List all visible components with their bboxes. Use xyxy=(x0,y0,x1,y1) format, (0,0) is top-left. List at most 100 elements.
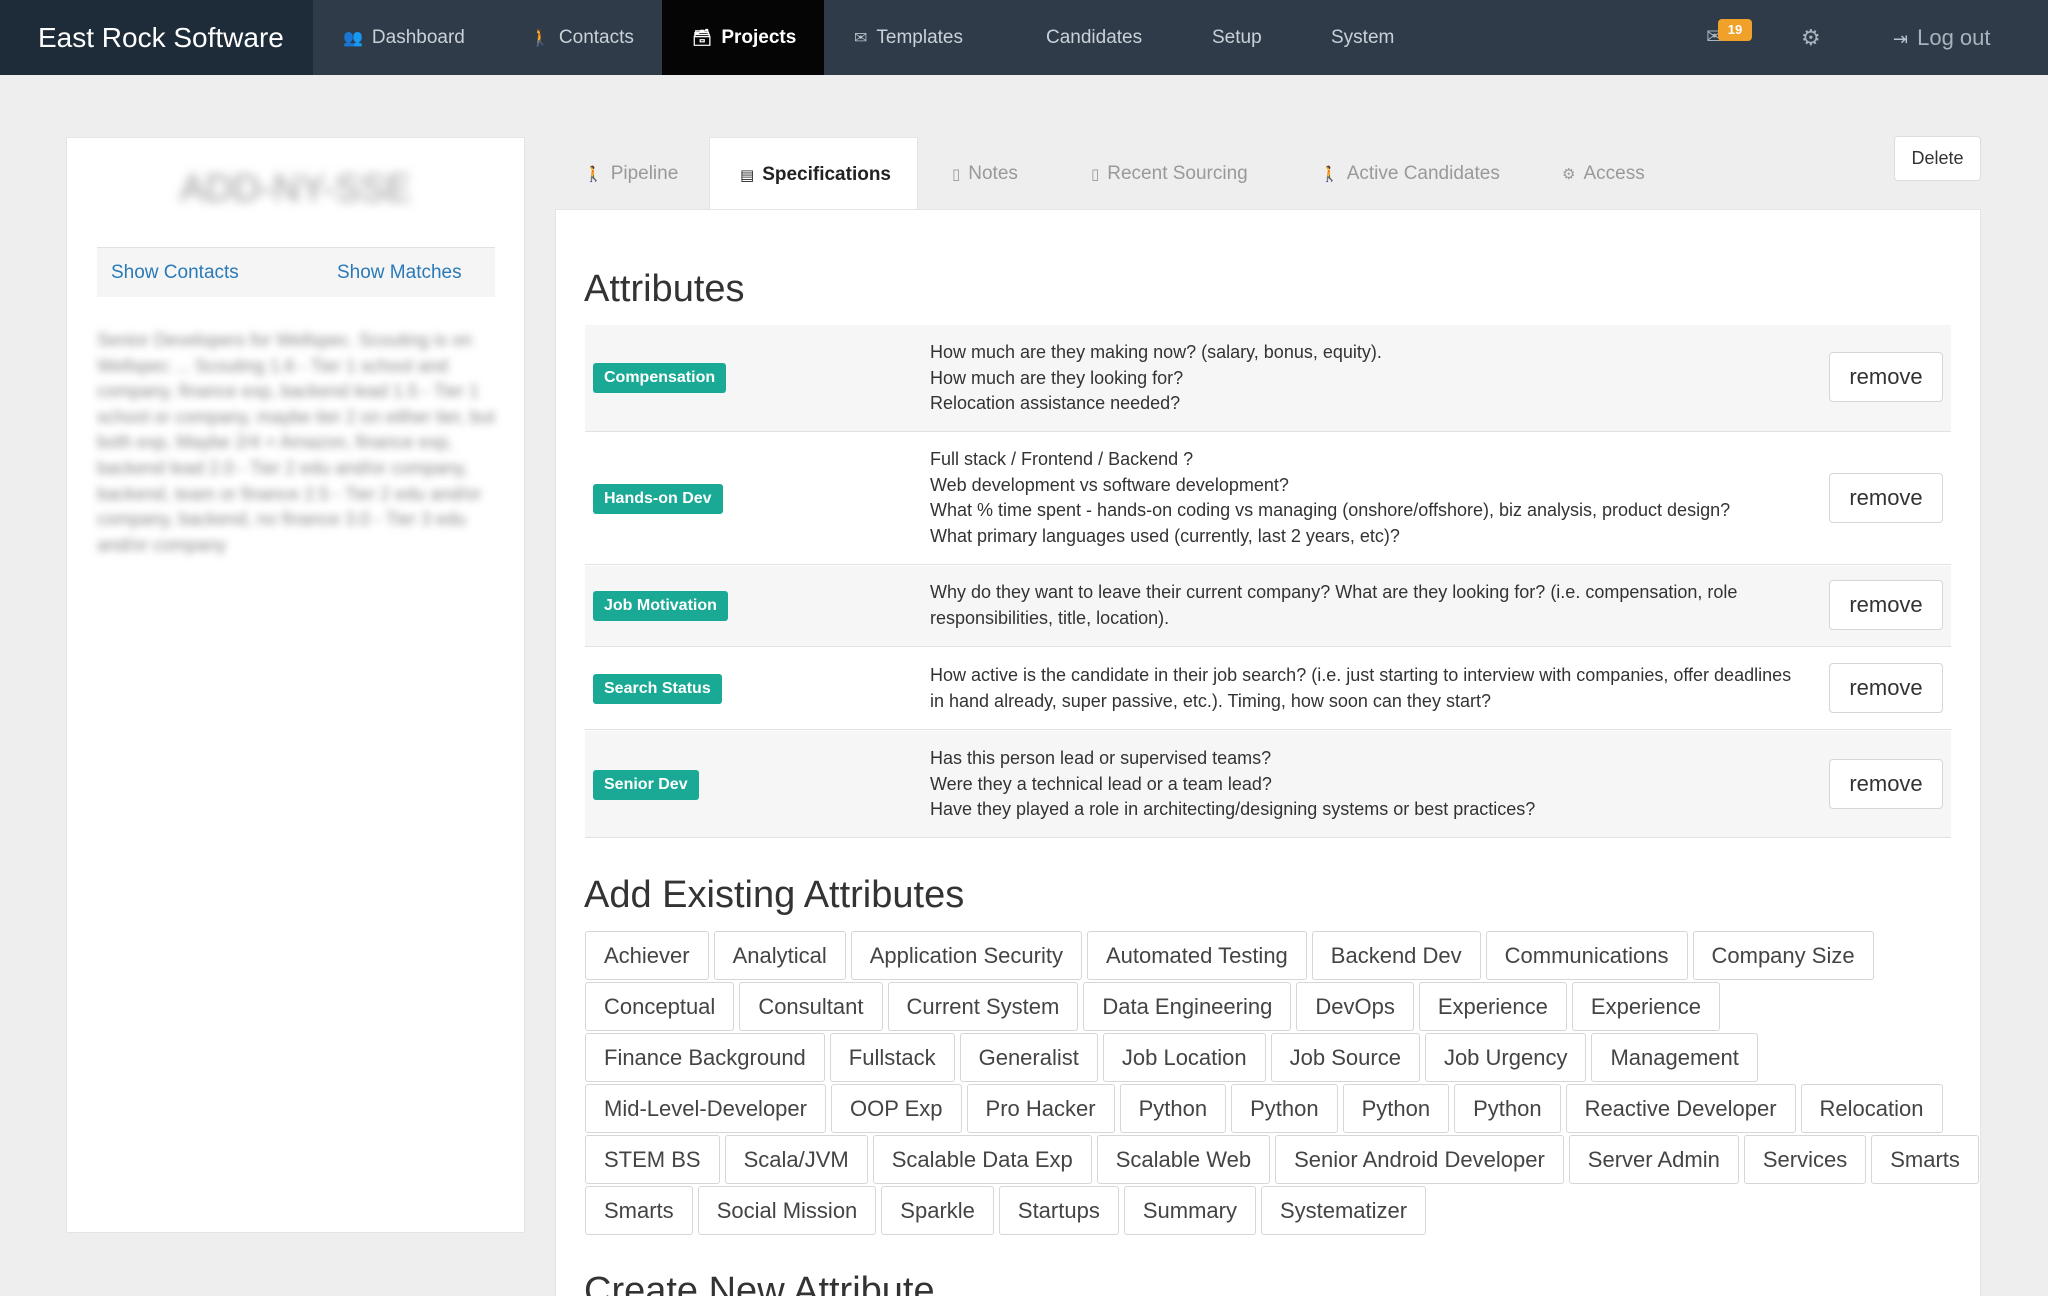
attribute-chip[interactable]: Current System xyxy=(887,982,1079,1031)
attribute-chip[interactable]: Analytical xyxy=(713,931,846,980)
logout-label: Log out xyxy=(1917,25,1991,50)
attribute-chip[interactable]: OOP Exp xyxy=(830,1084,962,1133)
tab-notes[interactable]: ▯ Notes xyxy=(952,137,1018,210)
attribute-chip[interactable]: DevOps xyxy=(1296,982,1414,1031)
attribute-chip[interactable]: Scala/JVM xyxy=(724,1135,868,1184)
tab-active-candidates[interactable]: 🚶 Active Candidates xyxy=(1320,137,1500,210)
attribute-chip[interactable]: Startups xyxy=(998,1186,1119,1235)
attribute-chip[interactable]: Python xyxy=(1119,1084,1227,1133)
attribute-chip[interactable]: Generalist xyxy=(959,1033,1098,1082)
brand-logo[interactable]: East Rock Software xyxy=(0,0,313,75)
attribute-chip[interactable]: Experience xyxy=(1418,982,1567,1031)
attribute-chip[interactable]: Smarts xyxy=(1871,1135,1979,1184)
tab-pipeline[interactable]: 🚶 Pipeline xyxy=(584,137,678,210)
gear-icon[interactable]: ⚙ xyxy=(1801,0,1821,75)
attribute-chip[interactable]: Reactive Developer xyxy=(1565,1084,1796,1133)
show-matches-link[interactable]: Show Matches xyxy=(337,248,462,298)
chip-row: Achiever Analytical Application Security Au… xyxy=(585,931,1951,982)
attribute-description: Full stack / Frontend / Backend ? Web de… xyxy=(930,447,1830,550)
attribute-chip[interactable]: Application Security xyxy=(850,931,1082,980)
tab-access-label: Access xyxy=(1583,163,1645,184)
attribute-chip[interactable]: Consultant xyxy=(739,982,883,1031)
attribute-chip[interactable]: Finance Background xyxy=(585,1033,825,1082)
chip-row: Conceptual Consultant Current System Data E… xyxy=(585,982,1951,1033)
attribute-tag: Senior Dev xyxy=(593,770,699,800)
attribute-chip[interactable]: Job Source xyxy=(1270,1033,1420,1082)
tab-specifications[interactable]: ▤ Specifications xyxy=(709,137,918,211)
attribute-chip[interactable]: Python xyxy=(1454,1084,1561,1133)
attribute-chip[interactable]: Mid-Level-Developer xyxy=(585,1084,826,1133)
attribute-chip[interactable]: Services xyxy=(1743,1135,1867,1184)
project-sidebar: ADD-NY-SSE Show Contacts Show Matches Se… xyxy=(66,137,525,1233)
attribute-row-job-motivation: Job Motivation Why do they want to leave… xyxy=(585,566,1951,647)
description-line: What primary languages used (currently, … xyxy=(930,526,1400,547)
list-icon: ▤ xyxy=(740,167,755,184)
attribute-chip[interactable]: Automated Testing xyxy=(1086,931,1307,980)
nav-candidates[interactable]: Candidates xyxy=(1046,0,1142,75)
attribute-chip[interactable]: Summary xyxy=(1123,1186,1256,1235)
nav-dashboard-label: Dashboard xyxy=(371,27,465,48)
attribute-chip[interactable]: Senior Android Developer xyxy=(1275,1135,1564,1184)
nav-dashboard[interactable]: 👥 Dashboard xyxy=(343,0,465,75)
attribute-tag: Compensation xyxy=(593,363,727,393)
gear-icon: ⚙ xyxy=(1562,166,1576,183)
tab-access[interactable]: ⚙ Access xyxy=(1562,137,1645,210)
attribute-chip[interactable]: Fullstack xyxy=(829,1033,955,1082)
show-contacts-link[interactable]: Show Contacts xyxy=(111,248,239,298)
nav-contacts[interactable]: 🚶 Contacts xyxy=(530,0,634,75)
project-title: ADD-NY-SSE xyxy=(180,168,411,210)
remove-button[interactable]: remove xyxy=(1829,473,1943,523)
nav-system[interactable]: System xyxy=(1331,0,1394,75)
attribute-row-senior-dev: Senior Dev Has this person lead or super… xyxy=(585,731,1951,838)
attribute-chip[interactable]: Experience xyxy=(1571,982,1720,1031)
person-icon: 🚶 xyxy=(1320,166,1339,183)
nav-templates[interactable]: ✉ Templates xyxy=(854,0,963,75)
description-line: Full stack / Frontend / Backend ? xyxy=(930,449,1194,469)
attribute-chip[interactable]: Scalable Data Exp xyxy=(872,1135,1092,1184)
attribute-chip[interactable]: Sparkle xyxy=(881,1186,994,1235)
attribute-chip[interactable]: Management xyxy=(1591,1033,1758,1082)
attribute-chip[interactable]: Python xyxy=(1231,1084,1338,1133)
remove-button[interactable]: remove xyxy=(1829,663,1943,713)
chip-row: Mid-Level-Developer OOP Exp Pro Hacker Pyth… xyxy=(585,1084,1951,1135)
remove-button[interactable]: remove xyxy=(1829,580,1943,630)
attribute-chip[interactable]: Smarts xyxy=(585,1186,693,1235)
logout-link[interactable]: ⇥ Log out xyxy=(1893,0,1991,75)
attribute-chip[interactable]: Systematizer xyxy=(1260,1186,1427,1235)
description-line: Web development vs software development? xyxy=(930,474,1289,495)
remove-button[interactable]: remove xyxy=(1829,759,1943,809)
description-line: Have they played a role in architecting/… xyxy=(930,799,1536,820)
nav-projects[interactable]: 🗃 Projects xyxy=(662,0,824,75)
delete-button[interactable]: Delete xyxy=(1894,136,1981,181)
chip-row: Finance Background Fullstack Generalist Job… xyxy=(585,1033,1951,1084)
attribute-description: Why do they want to leave their current … xyxy=(930,580,1810,631)
attribute-chip[interactable]: Pro Hacker xyxy=(966,1084,1115,1133)
attribute-chip[interactable]: Conceptual xyxy=(585,982,735,1031)
attribute-chip[interactable]: Relocation xyxy=(1800,1084,1943,1133)
attribute-chip[interactable]: Backend Dev xyxy=(1311,931,1481,980)
attribute-row-search-status: Search Status How active is the candidat… xyxy=(585,648,1951,730)
remove-button[interactable]: remove xyxy=(1829,352,1943,402)
attribute-chip[interactable]: Data Engineering xyxy=(1083,982,1292,1031)
nav-setup[interactable]: Setup xyxy=(1212,0,1262,75)
attribute-chip[interactable]: Server Admin xyxy=(1568,1135,1739,1184)
description-line: Why do they want to leave their current … xyxy=(930,582,1738,628)
attribute-chip[interactable]: Communications xyxy=(1485,931,1688,980)
description-line: Were they a technical lead or a team lea… xyxy=(930,773,1272,794)
tab-pipeline-label: Pipeline xyxy=(610,163,679,184)
archive-icon: 🗃 xyxy=(692,30,713,47)
chip-row: STEM BS Scala/JVM Scalable Data Exp Scalabl… xyxy=(585,1135,1979,1186)
attribute-chip[interactable]: Achiever xyxy=(585,931,709,980)
attribute-chip[interactable]: Job Urgency xyxy=(1424,1033,1587,1082)
tab-notes-label: Notes xyxy=(968,163,1018,184)
attribute-chip[interactable]: Scalable Web xyxy=(1096,1135,1271,1184)
mail-count-badge: 19 xyxy=(1718,19,1752,41)
attribute-chip[interactable]: Python xyxy=(1342,1084,1450,1133)
attribute-chip[interactable]: Company Size xyxy=(1692,931,1874,980)
tab-recent-sourcing[interactable]: ▯ Recent Sourcing xyxy=(1091,137,1248,210)
attribute-chip[interactable]: Social Mission xyxy=(697,1186,877,1235)
attribute-chip[interactable]: Job Location xyxy=(1102,1033,1266,1082)
nav-templates-label: Templates xyxy=(876,27,964,48)
attributes-heading: Attributes xyxy=(584,268,745,310)
attribute-chip[interactable]: STEM BS xyxy=(585,1135,720,1184)
